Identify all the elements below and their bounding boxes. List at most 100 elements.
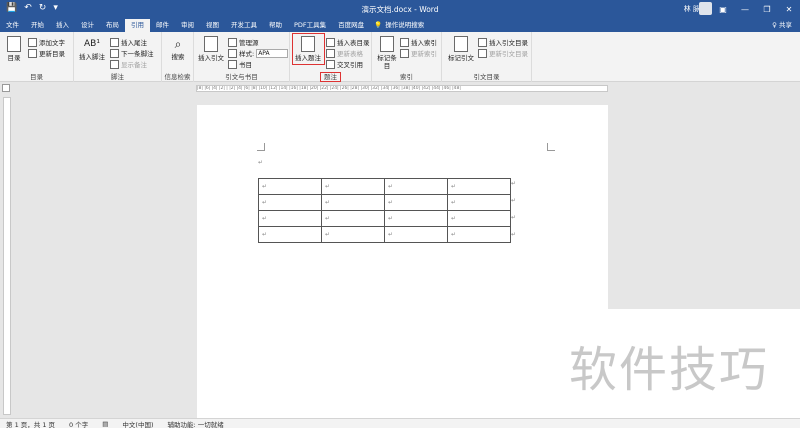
- style-select[interactable]: APA: [256, 48, 289, 58]
- tab-help[interactable]: 帮助: [263, 19, 288, 32]
- table-cell[interactable]: ↵: [447, 194, 511, 211]
- row-end-mark: ↵: [511, 197, 517, 204]
- cross-reference-icon: [326, 59, 335, 69]
- restore-button[interactable]: ❐: [756, 0, 778, 18]
- document-table[interactable]: ↵ ↵ ↵ ↵ ↵ ↵ ↵ ↵ ↵ ↵ ↵ ↵ ↵ ↵ ↵ ↵: [258, 178, 511, 243]
- captions-label: 题注: [320, 72, 341, 82]
- ribbon-display-options-icon[interactable]: ▣: [712, 0, 734, 18]
- update-index-button[interactable]: 更新索引: [400, 48, 437, 58]
- user-name[interactable]: 林 脉: [684, 4, 700, 14]
- table-cell[interactable]: ↵: [321, 178, 385, 195]
- search-button[interactable]: ⌕ 搜索: [168, 36, 188, 61]
- row-end-mark: ↵: [511, 231, 517, 238]
- table-cell[interactable]: ↵: [321, 194, 385, 211]
- close-button[interactable]: ✕: [778, 0, 800, 18]
- manage-sources-icon: [228, 37, 237, 47]
- insert-tof-label: 插入表目录: [337, 39, 370, 47]
- table-cell[interactable]: ↵: [384, 226, 448, 243]
- next-footnote-button[interactable]: 下一条脚注: [110, 48, 154, 58]
- tab-review[interactable]: 审阅: [175, 19, 200, 32]
- ruler-row: |8| |6| |4| |2| | |2| |4| |6| |8| |10| |…: [0, 82, 800, 94]
- tell-me-label: 操作说明搜索: [385, 21, 425, 29]
- cross-reference-button[interactable]: 交叉引用: [326, 59, 363, 69]
- table-cell[interactable]: ↵: [258, 178, 322, 195]
- table-row: ↵ ↵ ↵ ↵: [258, 178, 511, 195]
- row-end-mark: ↵: [511, 180, 517, 187]
- insert-footnote-button[interactable]: AB¹ 插入脚注: [78, 36, 106, 61]
- insert-toa-button[interactable]: 插入引文目录: [478, 37, 528, 47]
- bibliography-button[interactable]: 书目: [228, 59, 252, 69]
- tab-references[interactable]: 引用: [125, 19, 150, 32]
- tab-developer[interactable]: 开发工具: [225, 19, 263, 32]
- proofing-icon[interactable]: ▤: [102, 420, 108, 428]
- tell-me-search[interactable]: 💡 操作说明搜索: [370, 19, 430, 32]
- status-bar: 第 1 页，共 1 页 0 个字 ▤ 中文(中国) 辅助功能: 一切就绪: [0, 418, 800, 428]
- table-cell[interactable]: ↵: [258, 210, 322, 227]
- tab-pdf-tools[interactable]: PDF工具集: [288, 19, 332, 32]
- show-notes-button[interactable]: 显示备注: [110, 59, 147, 69]
- tab-file[interactable]: 文件: [0, 19, 25, 32]
- table-cell[interactable]: ↵: [321, 226, 385, 243]
- insert-index-icon: [400, 37, 409, 47]
- tab-selector[interactable]: [2, 84, 10, 92]
- tab-layout[interactable]: 布局: [100, 19, 125, 32]
- table-cell[interactable]: ↵: [447, 178, 511, 195]
- add-text-label: 添加文字: [39, 39, 65, 47]
- group-label-toa: 引文目录: [473, 73, 500, 81]
- tab-view[interactable]: 视图: [200, 19, 225, 32]
- tab-home[interactable]: 开始: [25, 19, 50, 32]
- update-toc-button[interactable]: 更新目录: [28, 48, 65, 58]
- table-cell[interactable]: ↵: [384, 194, 448, 211]
- manage-sources-label: 管理源: [239, 39, 259, 47]
- page-count[interactable]: 第 1 页，共 1 页: [6, 419, 55, 428]
- vertical-ruler[interactable]: [3, 97, 11, 415]
- insert-index-button[interactable]: 插入索引: [400, 37, 437, 47]
- table-cell[interactable]: ↵: [447, 226, 511, 243]
- table-cell[interactable]: ↵: [384, 178, 448, 195]
- tab-insert[interactable]: 插入: [50, 19, 75, 32]
- mark-citation-button[interactable]: 标记引文: [446, 36, 476, 62]
- crop-mark-top-right: [547, 143, 555, 151]
- bibliography-icon: [228, 59, 237, 69]
- insert-endnote-button[interactable]: 插入尾注: [110, 37, 147, 47]
- document-page[interactable]: [197, 105, 608, 418]
- table-cell[interactable]: ↵: [384, 210, 448, 227]
- accessibility-status[interactable]: 辅助功能: 一切就绪: [167, 419, 223, 428]
- toc-button[interactable]: 目录: [4, 36, 24, 62]
- update-toa-button[interactable]: 更新引文目录: [478, 48, 528, 58]
- table-cell[interactable]: ↵: [258, 194, 322, 211]
- insert-toa-label: 插入引文目录: [489, 39, 528, 47]
- update-toa-icon: [478, 48, 487, 58]
- table-row: ↵ ↵ ↵ ↵: [258, 194, 511, 211]
- word-count[interactable]: 0 个字: [69, 419, 88, 428]
- update-table-button[interactable]: 更新表格: [326, 48, 363, 58]
- group-toa: 标记引文 插入引文目录 更新引文目录 引文目录: [442, 32, 532, 82]
- minimize-button[interactable]: —: [734, 0, 756, 18]
- add-text-button[interactable]: 添加文字: [28, 37, 65, 47]
- insert-citation-button[interactable]: 插入引文: [197, 36, 225, 62]
- tab-design[interactable]: 设计: [75, 19, 100, 32]
- horizontal-ruler[interactable]: |8| |6| |4| |2| | |2| |4| |6| |8| |10| |…: [196, 85, 608, 92]
- paragraph-mark[interactable]: ↵: [258, 159, 263, 166]
- group-research: ⌕ 搜索 信息检索: [162, 32, 194, 82]
- ribbon-tabs: 文件 开始 插入 设计 布局 引用 邮件 审阅 视图 开发工具 帮助 PDF工具…: [0, 18, 800, 32]
- manage-sources-button[interactable]: 管理源: [228, 37, 259, 47]
- table-of-figures-icon: [326, 37, 335, 47]
- avatar[interactable]: [699, 2, 712, 15]
- next-footnote-icon: [110, 48, 119, 58]
- table-cell[interactable]: ↵: [321, 210, 385, 227]
- insert-toa-icon: [478, 37, 487, 47]
- group-label-index: 索引: [400, 73, 413, 81]
- table-cell[interactable]: ↵: [258, 226, 322, 243]
- add-text-icon: [28, 37, 37, 47]
- table-cell[interactable]: ↵: [447, 210, 511, 227]
- tab-baidu-netdisk[interactable]: 百度网盘: [332, 19, 370, 32]
- mark-entry-button[interactable]: 标记条目: [376, 36, 398, 70]
- citation-style: 样式: APA: [228, 48, 289, 58]
- next-footnote-label: 下一条脚注: [121, 50, 154, 58]
- insert-table-of-figures-button[interactable]: 插入表目录: [326, 37, 370, 47]
- tab-mailings[interactable]: 邮件: [150, 19, 175, 32]
- group-label-citations: 引文与书目: [225, 73, 258, 81]
- language[interactable]: 中文(中国): [122, 419, 153, 428]
- share-button[interactable]: ♀ 共享: [766, 19, 800, 32]
